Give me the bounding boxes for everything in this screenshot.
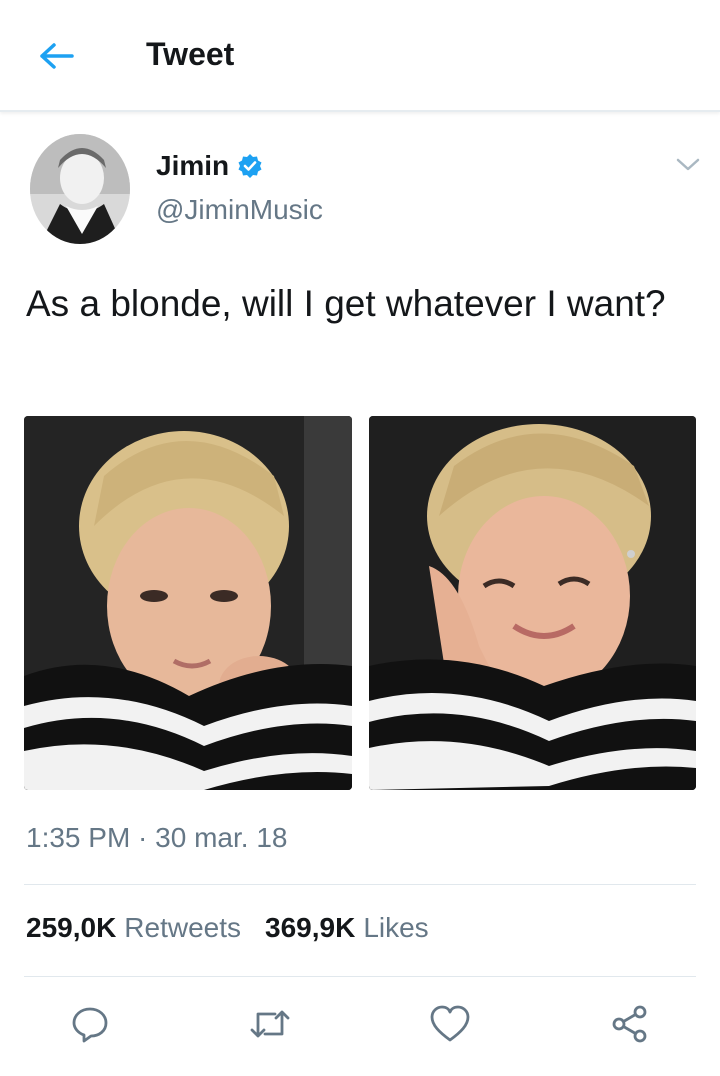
tweet-stats: 259,0K Retweets 369,9K Likes — [26, 912, 453, 944]
like-button[interactable] — [426, 1000, 474, 1048]
back-arrow-icon — [40, 43, 74, 69]
tweet-options-button[interactable] — [672, 152, 704, 178]
chevron-down-icon — [676, 158, 700, 171]
retweet-button[interactable] — [246, 1000, 294, 1048]
likes-count: 369,9K — [265, 912, 356, 943]
header-title: Tweet — [146, 36, 235, 72]
retweets-stat[interactable]: 259,0K Retweets — [26, 912, 241, 944]
share-button[interactable] — [606, 1000, 654, 1048]
retweets-count: 259,0K — [26, 912, 117, 943]
divider — [24, 976, 696, 977]
reply-button[interactable] — [66, 1000, 114, 1048]
back-button[interactable] — [34, 38, 78, 74]
heart-icon — [430, 1005, 470, 1042]
tweet-photo-2[interactable] — [369, 416, 696, 790]
author-name-row[interactable]: Jimin — [156, 150, 263, 182]
app-header: Tweet — [0, 0, 720, 112]
avatar[interactable] — [30, 134, 130, 244]
reply-icon — [72, 1007, 108, 1043]
verified-badge-icon — [238, 154, 262, 178]
retweet-icon — [250, 1010, 290, 1038]
tweet-photo-1[interactable] — [24, 416, 352, 790]
likes-label: Likes — [363, 912, 429, 943]
tweet-text: As a blonde, will I get whatever I want? — [26, 283, 666, 324]
retweets-label: Retweets — [124, 912, 242, 943]
likes-stat[interactable]: 369,9K Likes — [265, 912, 429, 944]
author-name: Jimin — [156, 150, 230, 181]
tweet-timestamp: 1:35 PM · 30 mar. 18 — [26, 822, 288, 853]
divider — [24, 884, 696, 885]
tweet-actions — [0, 994, 720, 1054]
author-handle[interactable]: @JiminMusic — [156, 194, 323, 226]
share-icon — [612, 1005, 647, 1043]
